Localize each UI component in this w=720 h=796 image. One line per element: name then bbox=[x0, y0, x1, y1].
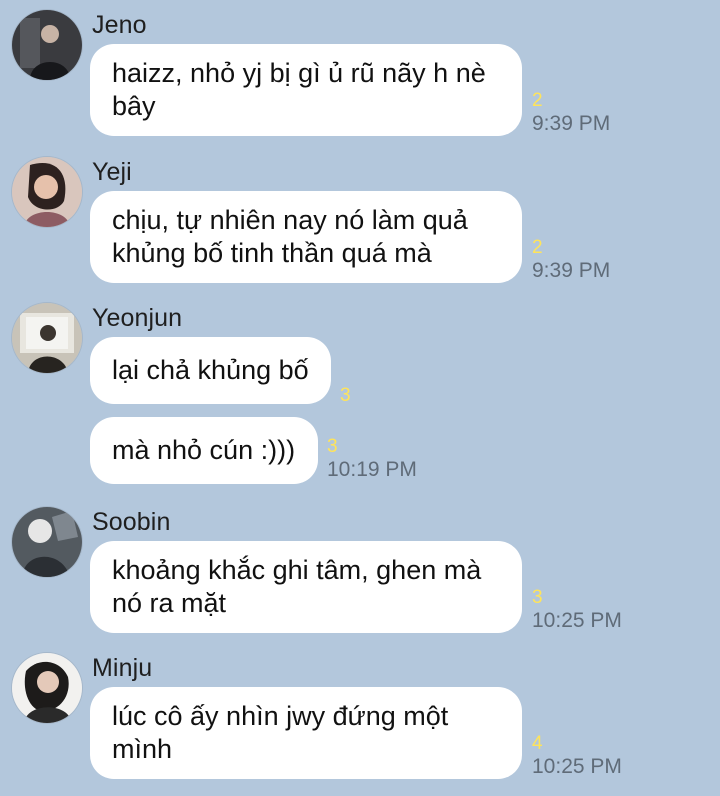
person-avatar-icon bbox=[12, 653, 82, 723]
message-bubble[interactable]: khoảng khắc ghi tâm, ghen mà nó ra mặt bbox=[90, 541, 522, 633]
sender-name: Jeno bbox=[92, 11, 147, 39]
sender-name: Yeji bbox=[92, 158, 132, 186]
person-avatar-icon bbox=[12, 10, 82, 80]
avatar-soobin[interactable] bbox=[12, 507, 82, 577]
message-meta: 3 10:19 PM bbox=[327, 437, 417, 480]
chat-message-list: Jeno haizz, nhỏ yj bị gì ủ rũ nãy h nè b… bbox=[0, 0, 720, 796]
sender-name: Minju bbox=[92, 654, 153, 682]
message-meta: 2 9:39 PM bbox=[532, 91, 610, 134]
person-avatar-icon bbox=[12, 303, 82, 373]
message-meta: 4 10:25 PM bbox=[532, 734, 622, 777]
message-bubble[interactable]: mà nhỏ cún :))) bbox=[90, 417, 318, 484]
person-avatar-icon bbox=[12, 157, 82, 227]
message-meta: 3 10:25 PM bbox=[532, 588, 622, 631]
message-meta: 2 9:39 PM bbox=[532, 238, 610, 281]
timestamp: 9:39 PM bbox=[532, 112, 611, 135]
sender-name: Yeonjun bbox=[92, 304, 183, 332]
read-count: 2 bbox=[532, 237, 543, 258]
message-bubble[interactable]: lúc cô ấy nhìn jwy đứng một mình bbox=[90, 687, 522, 779]
timestamp: 10:25 PM bbox=[532, 755, 622, 778]
sender-name: Soobin bbox=[92, 508, 171, 536]
avatar-yeonjun[interactable] bbox=[12, 303, 82, 373]
person-avatar-icon bbox=[12, 507, 82, 577]
message-bubble[interactable]: chịu, tự nhiên nay nó làm quả khủng bố t… bbox=[90, 191, 522, 283]
avatar-yeji[interactable] bbox=[12, 157, 82, 227]
read-count: 2 bbox=[532, 90, 543, 111]
avatar-minju[interactable] bbox=[12, 653, 82, 723]
read-count: 3 bbox=[327, 436, 338, 457]
read-count: 4 bbox=[532, 733, 543, 754]
avatar-jeno[interactable] bbox=[12, 10, 82, 80]
message-bubble[interactable]: haizz, nhỏ yj bị gì ủ rũ nãy h nè bây bbox=[90, 44, 522, 136]
timestamp: 9:39 PM bbox=[532, 259, 611, 282]
timestamp: 10:25 PM bbox=[532, 609, 622, 632]
message-bubble[interactable]: lại chả khủng bố bbox=[90, 337, 331, 404]
read-count: 3 bbox=[340, 385, 351, 406]
timestamp: 10:19 PM bbox=[327, 458, 417, 481]
read-count: 3 bbox=[532, 587, 543, 608]
